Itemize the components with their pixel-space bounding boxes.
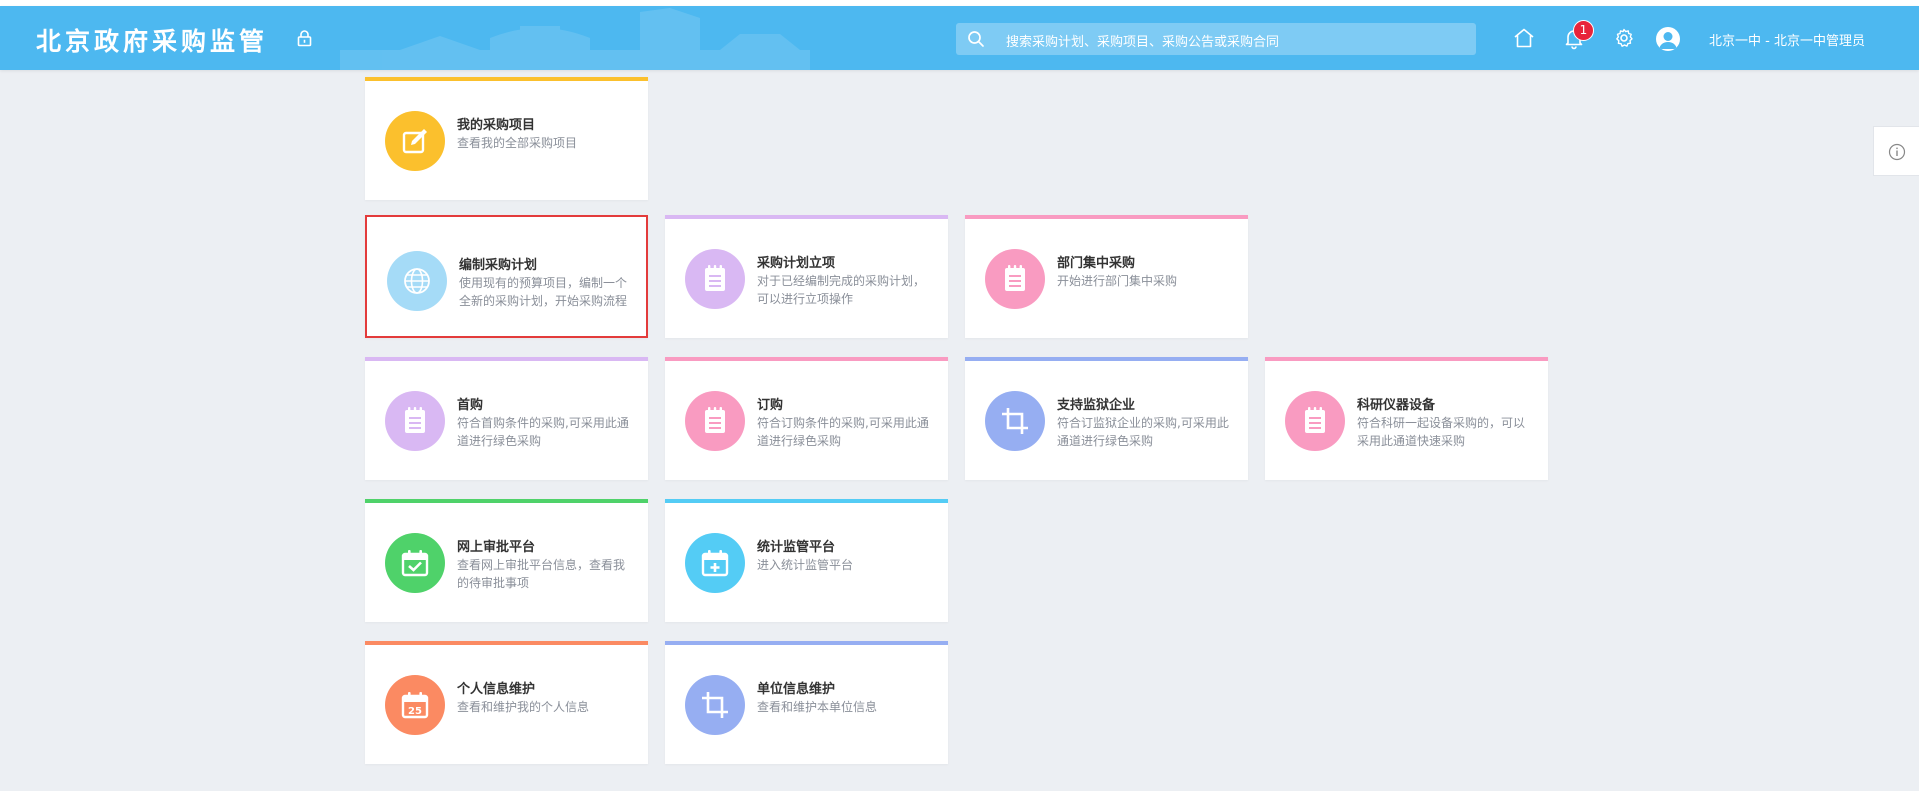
avatar[interactable] (1656, 27, 1680, 51)
search-input[interactable]: 搜索采购计划、采购项目、采购公告或采购合同 (956, 23, 1476, 55)
card-icon-circle (1285, 391, 1345, 451)
card-description: 使用现有的预算项目，编制一个全新的采购计划，开始采购流程 (459, 276, 628, 308)
card-accent-bar (365, 499, 648, 503)
card-statistics-platform[interactable]: 统计监管平台进入统计监管平台 (665, 499, 948, 622)
card-first-purchase[interactable]: 首购符合首购条件的采购,可采用此通道进行绿色采购 (365, 357, 648, 480)
card-description: 查看网上审批平台信息，查看我的待审批事项 (457, 558, 626, 590)
card-title: 个人信息维护 (457, 682, 536, 697)
card-description: 符合订监狱企业的采购,可采用此通道进行绿色采购 (1057, 416, 1229, 448)
lock-icon[interactable] (296, 29, 313, 47)
card-title: 采购计划立项 (757, 256, 836, 271)
card-accent-bar (665, 357, 948, 361)
card-icon-circle (685, 675, 745, 735)
card-description: 进入统计监管平台 (757, 558, 854, 572)
info-panel-toggle[interactable] (1873, 126, 1919, 176)
card-title: 我的采购项目 (457, 118, 536, 133)
card-accent-bar (665, 499, 948, 503)
notepad-icon (1305, 407, 1325, 433)
info-icon (1888, 143, 1906, 161)
card-accent-bar (965, 357, 1248, 361)
card-title: 网上审批平台 (457, 540, 536, 555)
card-accent-bar (365, 357, 648, 361)
card-icon-circle (685, 391, 745, 451)
card-description: 开始进行部门集中采购 (1057, 274, 1178, 288)
card-description: 符合科研一起设备采购的，可以采用此通道快速采购 (1357, 416, 1526, 448)
gear-icon[interactable] (1612, 26, 1636, 50)
crop-icon (1002, 408, 1028, 434)
notepad-icon (705, 407, 725, 433)
site-logo[interactable]: 北京政府采购监管 (36, 22, 268, 58)
card-title: 科研仪器设备 (1357, 398, 1436, 413)
search-icon (968, 31, 984, 47)
card-compile-plan[interactable]: 编制采购计划使用现有的预算项目，编制一个全新的采购计划，开始采购流程 (365, 215, 648, 338)
card-icon-circle: 25 (385, 675, 445, 735)
user-icon (1659, 32, 1677, 49)
edit-icon (402, 129, 427, 154)
card-title: 首购 (457, 398, 484, 413)
card-accent-bar (365, 77, 648, 81)
card-description: 符合首购条件的采购,可采用此通道进行绿色采购 (457, 416, 629, 448)
card-accent-bar (665, 641, 948, 645)
card-icon-circle (685, 533, 745, 593)
card-icon-circle (985, 391, 1045, 451)
card-title: 部门集中采购 (1057, 256, 1136, 271)
skyline-watermark (340, 8, 810, 70)
card-description: 查看我的全部采购项目 (457, 136, 578, 150)
card-plan-approval[interactable]: 采购计划立项对于已经编制完成的采购计划，可以进行立项操作 (665, 215, 948, 338)
calendar-check-icon (401, 550, 429, 577)
home-icon[interactable] (1512, 26, 1536, 50)
card-description: 符合订购条件的采购,可采用此通道进行绿色采购 (757, 416, 929, 448)
card-unit-info[interactable]: 单位信息维护查看和维护本单位信息 (665, 641, 948, 764)
calendar-day-number: 25 (408, 706, 422, 717)
card-description: 查看和维护我的个人信息 (457, 700, 590, 714)
card-my-projects[interactable]: 我的采购项目查看我的全部采购项目 (365, 77, 648, 200)
card-title: 单位信息维护 (757, 682, 836, 697)
card-description: 对于已经编制完成的采购计划，可以进行立项操作 (757, 274, 926, 306)
crop-icon (702, 692, 728, 718)
card-icon-circle (385, 533, 445, 593)
card-accent-bar (365, 641, 648, 645)
card-icon-circle (385, 111, 445, 171)
card-accent-bar (1265, 357, 1548, 361)
card-icon-circle (387, 251, 447, 311)
card-prison-enterprise[interactable]: 支持监狱企业符合订监狱企业的采购,可采用此通道进行绿色采购 (965, 357, 1248, 480)
card-title: 支持监狱企业 (1057, 398, 1136, 413)
notepad-icon (1005, 265, 1025, 291)
notepad-icon (705, 265, 725, 291)
calendar-25-icon: 25 (401, 692, 429, 719)
card-title: 订购 (757, 398, 784, 413)
card-icon-circle (385, 391, 445, 451)
card-title: 统计监管平台 (757, 540, 836, 555)
header-bar: 北京政府采购监管 搜索采购计划、采购项目、采购公告或采购合同 1 北京一中 - … (0, 6, 1919, 70)
user-label[interactable]: 北京一中 - 北京一中管理员 (1709, 30, 1865, 49)
card-personal-info[interactable]: 25 个人信息维护查看和维护我的个人信息 (365, 641, 648, 764)
notepad-icon (405, 407, 425, 433)
card-order-purchase[interactable]: 订购符合订购条件的采购,可采用此通道进行绿色采购 (665, 357, 948, 480)
card-dept-purchase[interactable]: 部门集中采购开始进行部门集中采购 (965, 215, 1248, 338)
card-description: 查看和维护本单位信息 (757, 700, 878, 714)
card-research-equipment[interactable]: 科研仪器设备符合科研一起设备采购的，可以采用此通道快速采购 (1265, 357, 1548, 480)
card-icon-circle (985, 249, 1045, 309)
notification-badge[interactable]: 1 (1573, 20, 1594, 41)
card-online-approval[interactable]: 网上审批平台查看网上审批平台信息，查看我的待审批事项 (365, 499, 648, 622)
calendar-plus-icon (701, 550, 729, 577)
card-accent-bar (965, 215, 1248, 219)
card-icon-circle (685, 249, 745, 309)
search-placeholder: 搜索采购计划、采购项目、采购公告或采购合同 (1006, 35, 1280, 50)
card-accent-bar (665, 215, 948, 219)
card-title: 编制采购计划 (459, 258, 538, 273)
globe-icon (404, 268, 430, 294)
